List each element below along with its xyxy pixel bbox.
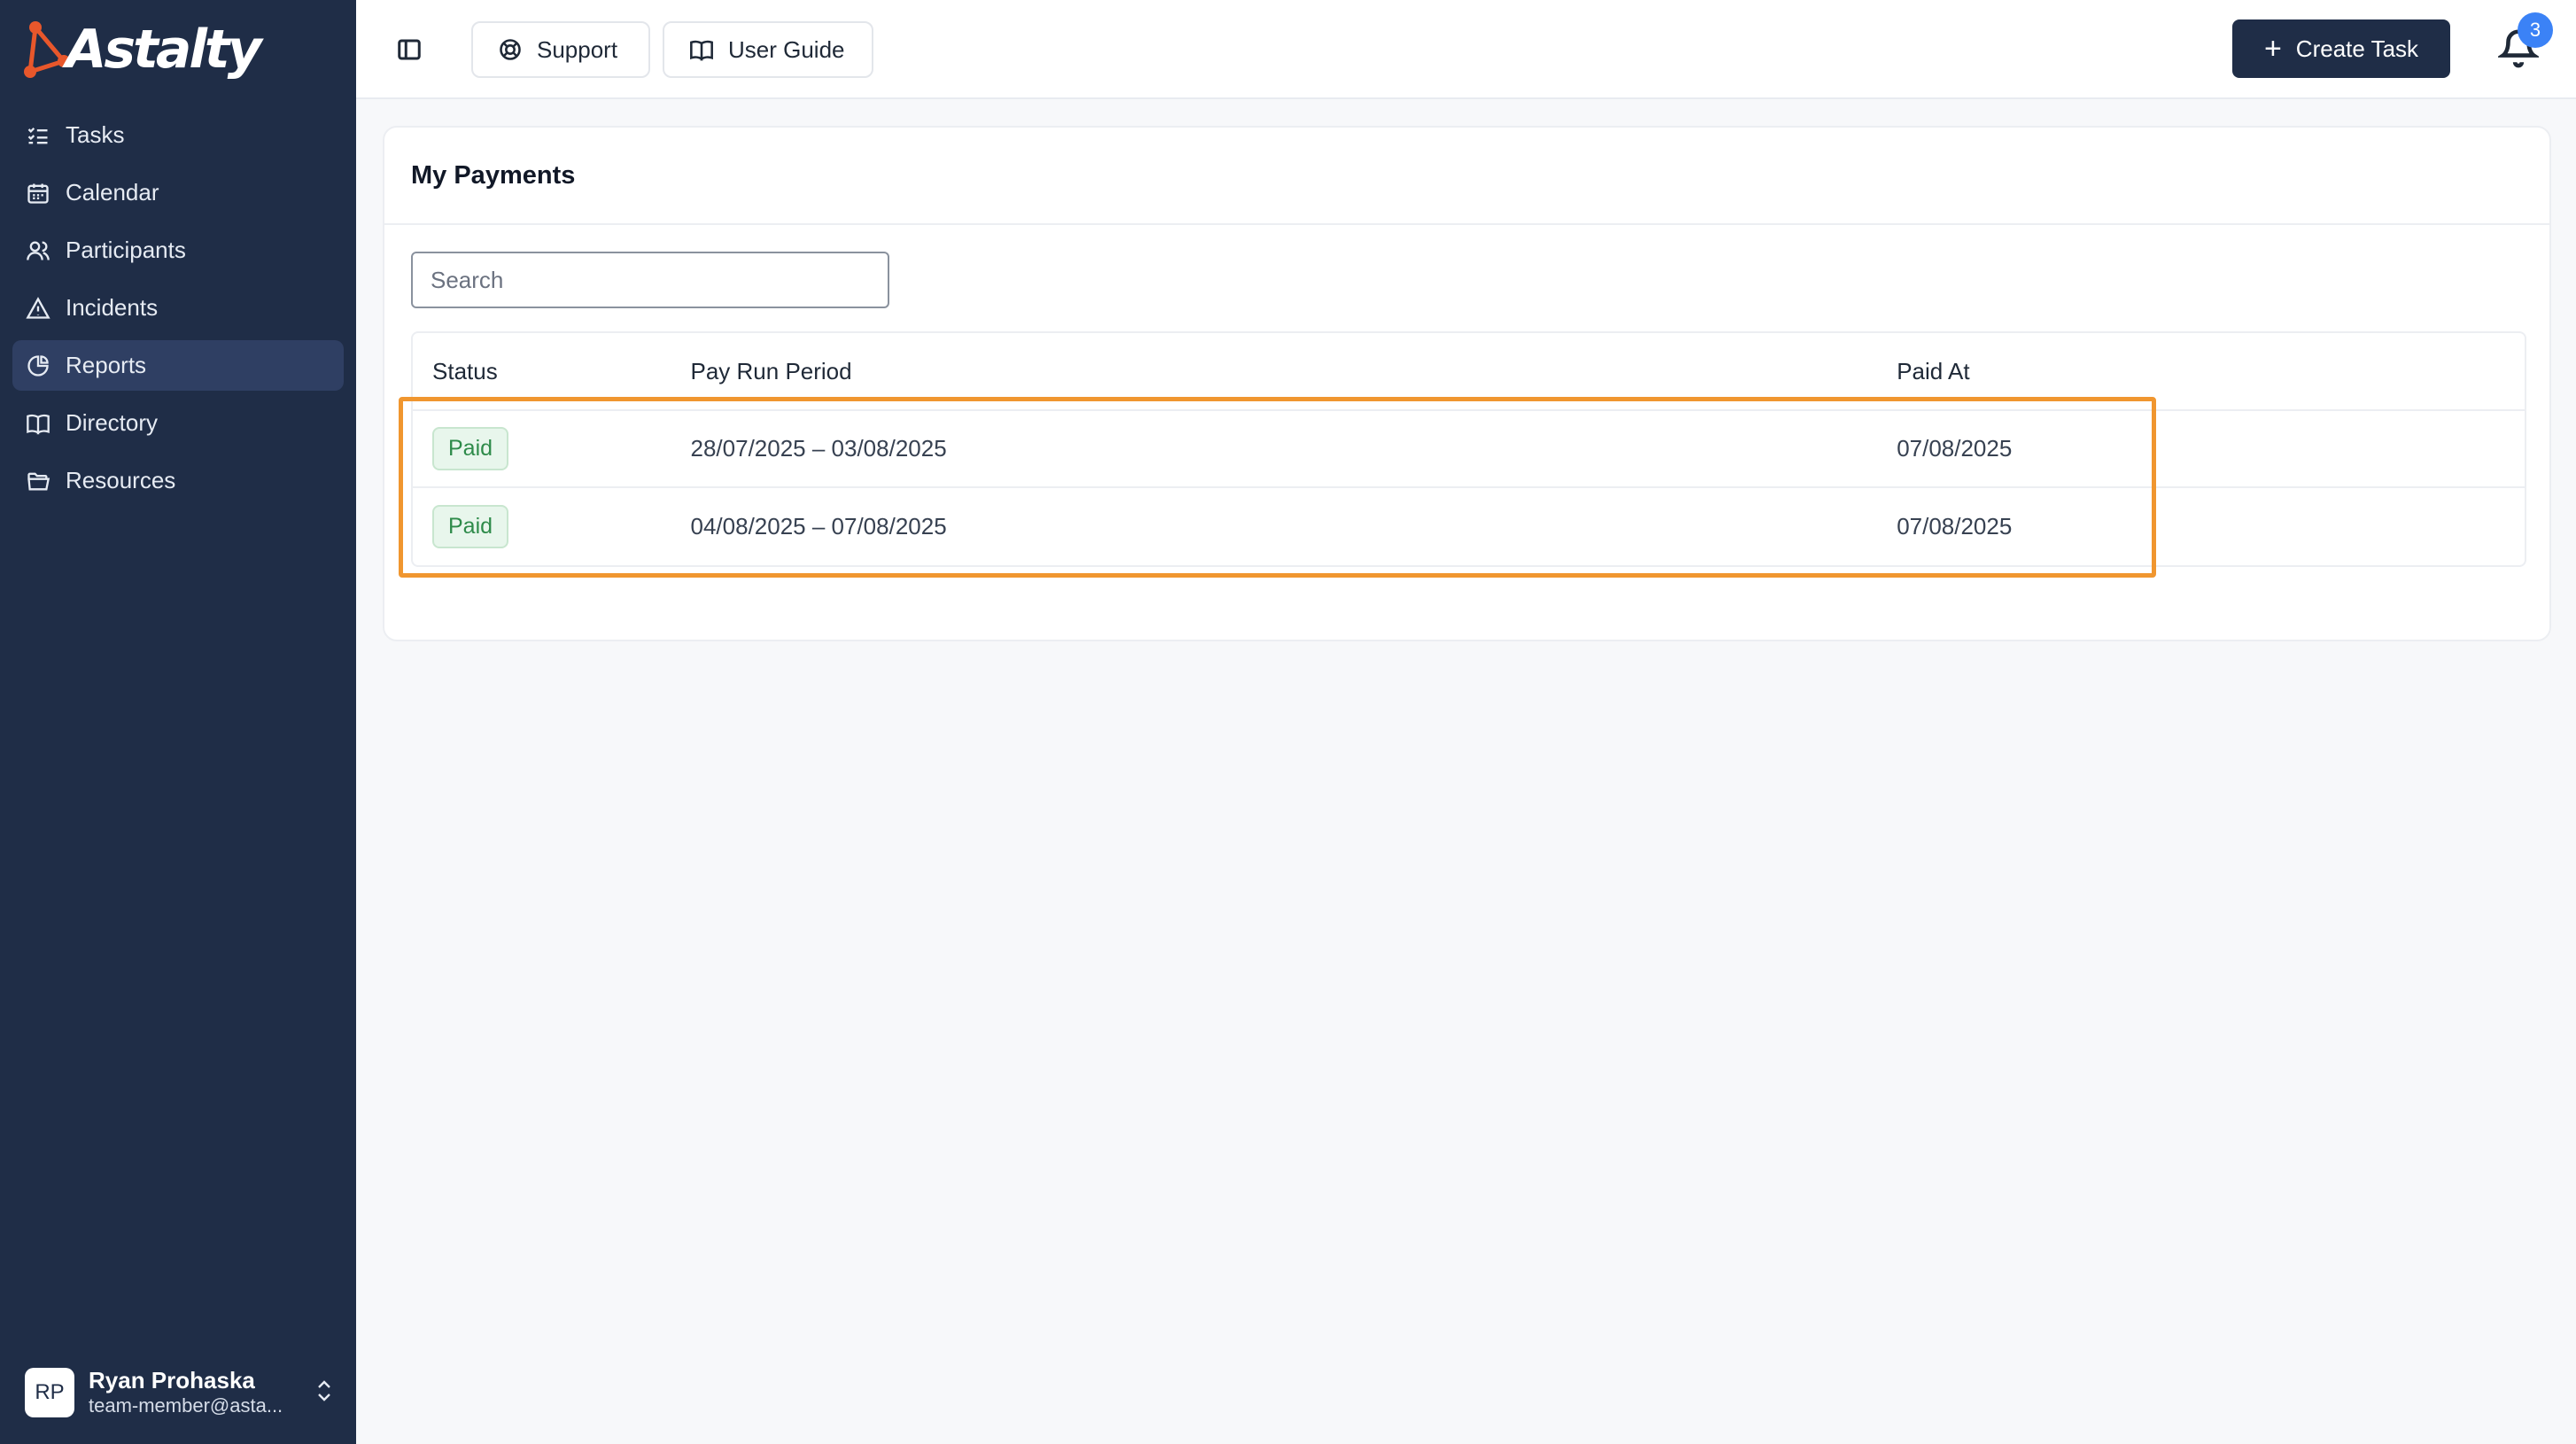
- notification-count-badge: 3: [2518, 12, 2553, 48]
- sidebar-item-label: Tasks: [66, 121, 125, 148]
- topbar: Support User Guide + Create Task 3: [356, 0, 2576, 99]
- app-logo[interactable]: Astalty: [23, 18, 262, 82]
- status-badge: Paid: [432, 427, 509, 470]
- search-input[interactable]: [411, 252, 889, 308]
- sidebar-item-label: Calendar: [66, 179, 159, 206]
- payments-card: My Payments Status Pay Run Period Paid A…: [383, 126, 2551, 641]
- sidebar-item-calendar[interactable]: Calendar: [12, 167, 344, 218]
- user-guide-button[interactable]: User Guide: [663, 21, 873, 78]
- sidebar-item-label: Directory: [66, 409, 159, 436]
- book-icon: [25, 410, 51, 437]
- folder-icon: [25, 468, 51, 494]
- divider: [384, 223, 2549, 225]
- create-task-label: Create Task: [2295, 35, 2419, 62]
- sidebar-toggle-icon: [398, 39, 421, 60]
- chevron-up-down-icon[interactable]: [314, 1378, 335, 1409]
- support-label: Support: [537, 35, 618, 63]
- status-badge: Paid: [432, 505, 509, 548]
- pie-chart-icon: [25, 353, 51, 379]
- sidebar-nav: Tasks Calendar Participants Incidents Re…: [12, 110, 344, 513]
- lifebuoy-icon: [500, 39, 521, 60]
- table-header-row: Status Pay Run Period Paid At: [413, 333, 2525, 411]
- column-header-paid-at[interactable]: Paid At: [1897, 358, 2525, 385]
- sidebar-item-reports[interactable]: Reports: [12, 340, 344, 391]
- logo-text: Astalty: [66, 19, 262, 81]
- book-open-icon: [690, 40, 713, 61]
- avatar: RP: [25, 1368, 74, 1417]
- page-title: My Payments: [411, 161, 576, 190]
- sidebar-item-label: Participants: [66, 237, 186, 263]
- sidebar-item-participants[interactable]: Participants: [12, 225, 344, 276]
- paid-at-cell: 07/08/2025: [1897, 513, 2013, 540]
- sidebar-item-tasks[interactable]: Tasks: [12, 110, 344, 160]
- sidebar-toggle-button[interactable]: [392, 32, 427, 67]
- user-email: team-member@asta...: [89, 1394, 283, 1417]
- user-info: Ryan Prohaska team-member@asta...: [89, 1367, 314, 1418]
- warning-icon: [25, 295, 51, 322]
- sidebar-item-label: Reports: [66, 352, 147, 378]
- column-header-status[interactable]: Status: [413, 358, 691, 385]
- column-header-pay-run-period[interactable]: Pay Run Period: [691, 358, 1897, 385]
- payments-table: Status Pay Run Period Paid At Paid 28/07…: [411, 331, 2526, 567]
- sidebar: Astalty Tasks Calendar Participants Inci…: [0, 0, 356, 1444]
- table-row[interactable]: Paid 04/08/2025 – 07/08/2025 07/08/2025: [413, 488, 2525, 565]
- create-task-button[interactable]: + Create Task: [2232, 19, 2450, 78]
- status-cell: Paid: [413, 427, 691, 470]
- sidebar-item-incidents[interactable]: Incidents: [12, 283, 344, 333]
- table-row[interactable]: Paid 28/07/2025 – 03/08/2025 07/08/2025: [413, 411, 2525, 488]
- sidebar-item-label: Incidents: [66, 294, 159, 321]
- user-guide-label: User Guide: [728, 35, 845, 63]
- support-button[interactable]: Support: [471, 21, 650, 78]
- status-cell: Paid: [413, 505, 691, 548]
- user-menu[interactable]: RP Ryan Prohaska team-member@asta...: [25, 1364, 335, 1421]
- plus-icon: +: [2263, 32, 2282, 66]
- sidebar-item-resources[interactable]: Resources: [12, 455, 344, 506]
- sidebar-item-directory[interactable]: Directory: [12, 398, 344, 448]
- sidebar-item-label: Resources: [66, 467, 176, 493]
- paid-at-cell: 07/08/2025: [1897, 435, 2013, 462]
- pay-run-period-cell: 04/08/2025 – 07/08/2025: [690, 513, 947, 540]
- calendar-icon: [25, 180, 51, 206]
- tasks-icon: [25, 122, 51, 149]
- user-name: Ryan Prohaska: [89, 1367, 255, 1394]
- users-icon: [25, 237, 51, 264]
- pay-run-period-cell: 28/07/2025 – 03/08/2025: [690, 435, 947, 462]
